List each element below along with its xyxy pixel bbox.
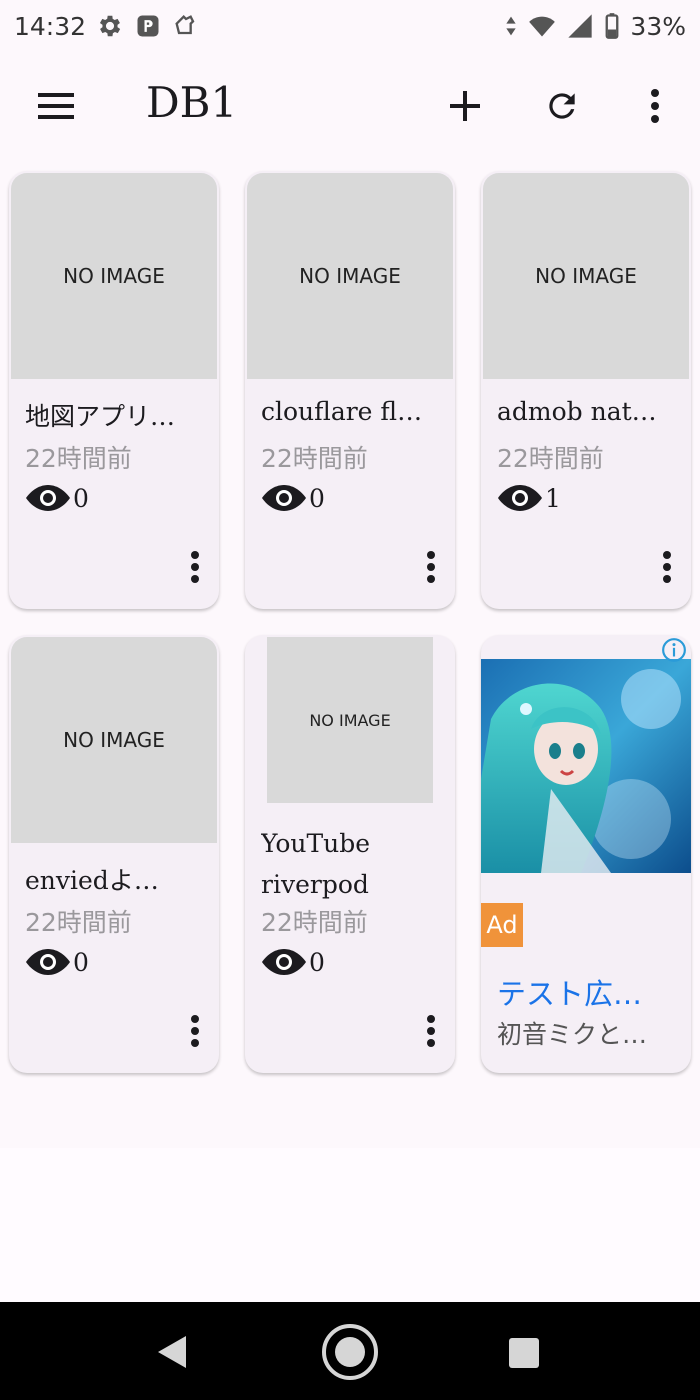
menu-icon xyxy=(38,93,74,119)
view-count-value: 0 xyxy=(73,947,89,977)
item-card[interactable]: NO IMAGE 地図アプリ… 22時間前 0 xyxy=(9,171,219,609)
refresh-icon xyxy=(549,93,575,119)
card-more-button[interactable] xyxy=(183,1011,207,1051)
info-icon[interactable] xyxy=(661,637,687,663)
card-title-line: riverpod xyxy=(261,870,369,899)
card-more-button[interactable] xyxy=(419,547,443,587)
more-options-button[interactable] xyxy=(630,81,680,131)
view-count: 0 xyxy=(25,483,89,513)
view-count-value: 1 xyxy=(545,483,561,513)
thumbnail-placeholder: NO IMAGE xyxy=(483,173,689,379)
thumbnail-placeholder: NO IMAGE xyxy=(11,637,217,843)
status-time: 14:32 xyxy=(14,11,87,41)
more-vert-icon xyxy=(651,89,659,123)
eye-icon xyxy=(262,485,306,511)
view-count: 0 xyxy=(261,483,325,513)
more-vert-icon xyxy=(427,1015,435,1047)
recents-icon[interactable] xyxy=(507,1336,541,1370)
thumbnail-placeholder: NO IMAGE xyxy=(267,637,433,803)
status-bar-left: 14:32 xyxy=(14,12,200,41)
eye-icon xyxy=(262,949,306,975)
more-vert-icon xyxy=(191,551,199,583)
card-title: clouflare fl… xyxy=(261,397,423,426)
card-timestamp: 22時間前 xyxy=(25,444,132,473)
eye-icon xyxy=(498,485,542,511)
ad-body-text: 初音ミクと… xyxy=(497,1020,648,1049)
app-bar: DB1 xyxy=(0,56,700,156)
card-title-line: YouTube xyxy=(261,829,371,858)
home-icon[interactable] xyxy=(320,1322,380,1382)
add-icon xyxy=(450,91,480,121)
view-count-value: 0 xyxy=(309,483,325,513)
card-more-button[interactable] xyxy=(655,547,679,587)
thumbnail-placeholder: NO IMAGE xyxy=(11,173,217,379)
signal-icon xyxy=(568,14,593,38)
status-bar-right: 33% xyxy=(504,12,686,41)
card-more-button[interactable] xyxy=(183,547,207,587)
more-vert-icon xyxy=(191,1015,199,1047)
status-bar: 14:32 33% xyxy=(0,0,700,52)
card-title: YouTube riverpod xyxy=(261,823,441,905)
more-vert-icon xyxy=(663,551,671,583)
eye-icon xyxy=(26,949,70,975)
data-arrows-icon xyxy=(506,16,517,36)
system-navigation-bar xyxy=(0,1302,700,1400)
native-ad-card[interactable]: Ad テスト広… 初音ミクと… xyxy=(481,635,691,1073)
more-vert-icon xyxy=(427,551,435,583)
menu-button[interactable] xyxy=(28,81,84,131)
card-timestamp: 22時間前 xyxy=(261,908,368,937)
thumbnail-placeholder: NO IMAGE xyxy=(247,173,453,379)
view-count-value: 0 xyxy=(309,947,325,977)
card-more-button[interactable] xyxy=(419,1011,443,1051)
content-empty-area xyxy=(0,1148,700,1302)
view-count: 0 xyxy=(261,947,325,977)
eye-icon xyxy=(26,485,70,511)
ad-badge: Ad xyxy=(481,903,523,947)
item-card[interactable]: NO IMAGE clouflare fl… 22時間前 0 xyxy=(245,171,455,609)
card-timestamp: 22時間前 xyxy=(261,444,368,473)
view-count-value: 0 xyxy=(73,483,89,513)
card-title: enviedよ… xyxy=(25,866,159,895)
ad-headline[interactable]: テスト広… xyxy=(497,971,677,1013)
item-card[interactable]: NO IMAGE enviedよ… 22時間前 0 xyxy=(9,635,219,1073)
ad-image[interactable] xyxy=(481,659,691,873)
card-timestamp: 22時間前 xyxy=(25,908,132,937)
view-count: 0 xyxy=(25,947,89,977)
battery-icon xyxy=(606,13,619,39)
card-timestamp: 22時間前 xyxy=(497,444,604,473)
item-card[interactable]: NO IMAGE admob nat… 22時間前 1 xyxy=(481,171,691,609)
page-title: DB1 xyxy=(146,78,238,127)
item-card[interactable]: NO IMAGE YouTube riverpod 22時間前 0 xyxy=(245,635,455,1073)
pocket-icon xyxy=(137,15,159,37)
add-button[interactable] xyxy=(440,81,490,131)
card-title: admob nat… xyxy=(497,397,657,426)
wifi-icon xyxy=(529,16,556,37)
settings-icon xyxy=(100,15,121,37)
app-notification-icon xyxy=(175,15,195,35)
battery-percent: 33% xyxy=(630,11,686,41)
back-icon[interactable] xyxy=(152,1332,192,1372)
refresh-button[interactable] xyxy=(537,81,587,131)
card-title: 地図アプリ… xyxy=(25,402,176,431)
view-count: 1 xyxy=(497,483,561,513)
